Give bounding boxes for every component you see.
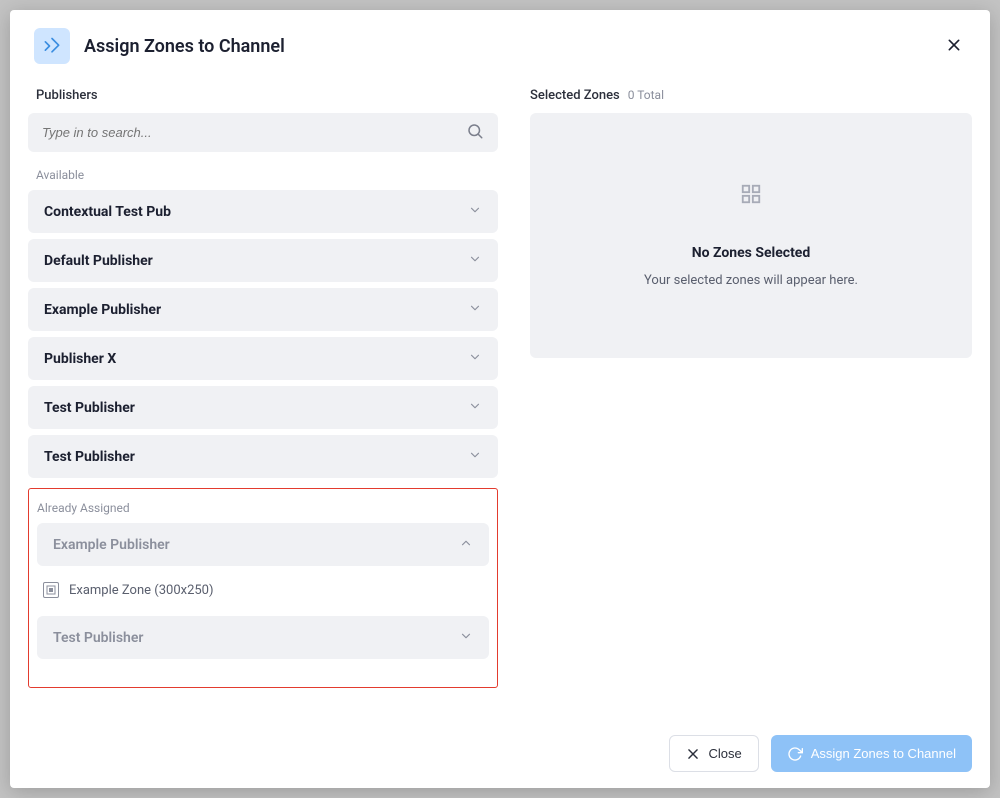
assign-zones-button[interactable]: Assign Zones to Channel	[771, 735, 972, 772]
publisher-name: Default Publisher	[44, 253, 153, 269]
publisher-name: Example Publisher	[44, 302, 161, 318]
chevron-down-icon	[468, 202, 482, 221]
chevron-down-icon	[468, 398, 482, 417]
chevron-down-icon	[468, 300, 482, 319]
close-icon-button[interactable]	[942, 33, 966, 60]
publisher-item[interactable]: Contextual Test Pub	[28, 190, 498, 233]
publisher-name: Test Publisher	[53, 630, 143, 646]
modal-header: Assign Zones to Channel	[10, 10, 990, 82]
publisher-item[interactable]: Default Publisher	[28, 239, 498, 282]
publishers-label: Publishers	[28, 82, 498, 113]
chevron-down-icon	[459, 628, 473, 647]
publisher-name: Example Publisher	[53, 537, 170, 553]
empty-state-subtitle: Your selected zones will appear here.	[644, 273, 858, 288]
chevron-up-icon	[459, 535, 473, 554]
selected-zones-count: 0 Total	[628, 88, 664, 102]
assigned-publisher-item[interactable]: Example Publisher	[37, 523, 489, 566]
close-button-label: Close	[708, 746, 741, 761]
close-icon	[946, 37, 962, 53]
modal-title: Assign Zones to Channel	[84, 36, 928, 57]
publisher-name: Contextual Test Pub	[44, 204, 171, 220]
assign-zones-modal: Assign Zones to Channel Publishers Avail…	[10, 10, 990, 788]
search-icon	[466, 122, 484, 144]
selected-zones-empty-state: No Zones Selected Your selected zones wi…	[530, 113, 972, 358]
chevron-down-icon	[468, 447, 482, 466]
publisher-name: Test Publisher	[44, 400, 135, 416]
modal-footer: Close Assign Zones to Channel	[10, 719, 990, 788]
zone-icon	[43, 582, 59, 598]
channel-icon	[34, 28, 70, 64]
search-wrap	[28, 113, 498, 152]
assigned-zone-row[interactable]: Example Zone (300x250)	[37, 572, 489, 616]
modal-body: Publishers Available Contextual Test Pub…	[10, 82, 990, 719]
chevron-down-icon	[468, 251, 482, 270]
close-button[interactable]: Close	[669, 735, 758, 772]
chevron-down-icon	[468, 349, 482, 368]
publisher-name: Publisher X	[44, 351, 116, 367]
selected-zones-title: Selected Zones	[530, 88, 620, 103]
selected-zones-header: Selected Zones 0 Total	[530, 82, 972, 113]
available-label: Available	[28, 166, 498, 190]
publisher-item[interactable]: Example Publisher	[28, 288, 498, 331]
selected-zones-column: Selected Zones 0 Total No Zones Selected…	[530, 82, 972, 719]
close-icon	[686, 747, 700, 761]
already-assigned-section: Already Assigned Example Publisher Examp…	[28, 488, 498, 688]
assign-zones-button-label: Assign Zones to Channel	[811, 746, 956, 761]
grid-icon	[740, 183, 762, 209]
zone-label: Example Zone (300x250)	[69, 583, 214, 598]
search-input[interactable]	[28, 113, 498, 152]
publisher-item[interactable]: Publisher X	[28, 337, 498, 380]
publishers-column: Publishers Available Contextual Test Pub…	[28, 82, 498, 719]
refresh-icon	[787, 746, 803, 762]
assigned-publisher-item[interactable]: Test Publisher	[37, 616, 489, 659]
empty-state-title: No Zones Selected	[692, 245, 811, 261]
publisher-item[interactable]: Test Publisher	[28, 386, 498, 429]
publisher-name: Test Publisher	[44, 449, 135, 465]
publisher-item[interactable]: Test Publisher	[28, 435, 498, 478]
already-assigned-label: Already Assigned	[37, 499, 489, 523]
